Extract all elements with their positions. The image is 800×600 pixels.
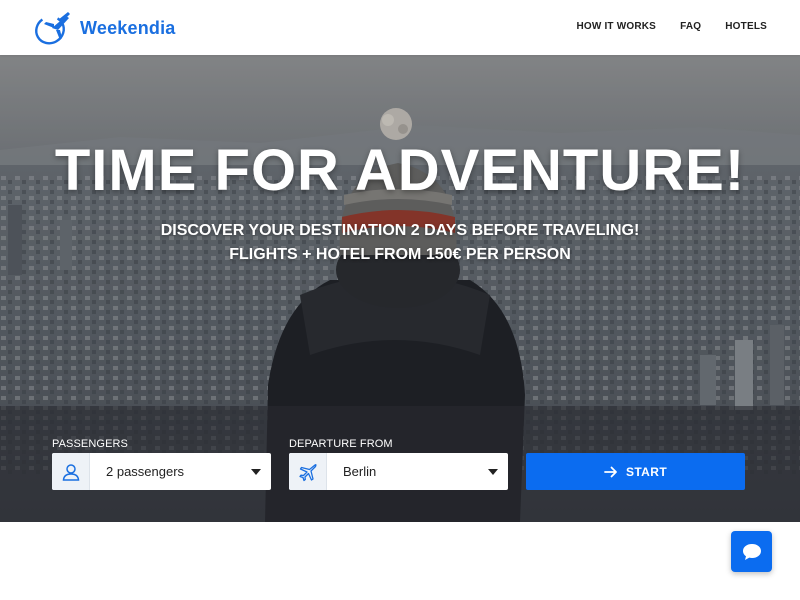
chevron-down-icon xyxy=(251,468,261,475)
plane-icon-box xyxy=(289,453,327,490)
booking-bar: PASSENGERS 2 passengers DEPARTURE FROM B… xyxy=(0,406,800,522)
hero-headline: TIME FOR ADVENTURE! xyxy=(54,138,746,203)
departure-select[interactable]: Berlin xyxy=(289,453,508,490)
main-nav: HOW IT WORKS FAQ HOTELS xyxy=(576,21,767,32)
start-button[interactable]: START xyxy=(526,453,745,490)
chevron-down-icon xyxy=(488,468,498,475)
departure-label: DEPARTURE FROM xyxy=(289,438,393,450)
brand-name: Weekendia xyxy=(80,17,176,38)
passengers-value: 2 passengers xyxy=(106,464,185,479)
plane-circle-icon xyxy=(35,12,70,45)
user-icon-box xyxy=(52,453,90,490)
chat-button[interactable] xyxy=(731,531,772,572)
plane-icon xyxy=(298,463,317,481)
arrow-right-icon xyxy=(604,466,617,477)
nav-how-it-works[interactable]: HOW IT WORKS xyxy=(576,21,656,32)
departure-value: Berlin xyxy=(343,464,377,479)
passengers-label: PASSENGERS xyxy=(52,438,128,450)
nav-faq[interactable]: FAQ xyxy=(680,21,701,32)
hero-section: TIME FOR ADVENTURE! DISCOVER YOUR DESTIN… xyxy=(0,55,800,522)
hero-subline-1: DISCOVER YOUR DESTINATION 2 DAYS BEFORE … xyxy=(160,222,640,239)
nav-hotels[interactable]: HOTELS xyxy=(725,21,767,32)
chat-bubble-icon xyxy=(742,543,761,560)
brand-logo[interactable]: Weekendia xyxy=(32,10,176,46)
user-icon xyxy=(62,463,79,481)
hero-subline-2: FLIGHTS + HOTEL FROM 150€ PER PERSON xyxy=(229,246,571,263)
passengers-select[interactable]: 2 passengers xyxy=(52,453,271,490)
site-header: Weekendia HOW IT WORKS FAQ HOTELS xyxy=(0,0,800,55)
start-button-label: START xyxy=(625,464,668,479)
